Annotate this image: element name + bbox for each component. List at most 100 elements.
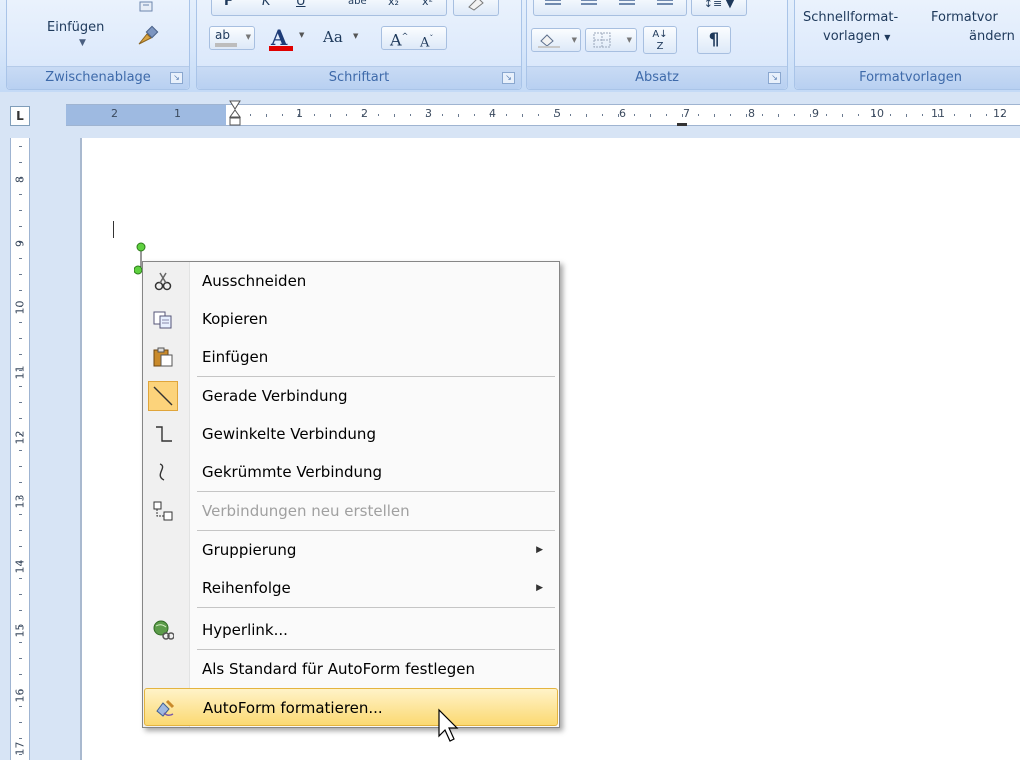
ruler-tick bbox=[506, 114, 507, 116]
straight-connector-icon bbox=[148, 381, 178, 411]
chevron-down-icon[interactable]: ▼ bbox=[572, 30, 577, 50]
grow-font-icon[interactable]: A^ bbox=[390, 27, 408, 50]
ruler-tick bbox=[282, 114, 283, 116]
chevron-down-icon[interactable]: ▼ bbox=[627, 30, 632, 50]
sort-button[interactable]: A↓ Z bbox=[643, 26, 677, 54]
clear-formatting-button[interactable] bbox=[453, 0, 499, 16]
ruler-number: 7 bbox=[683, 107, 690, 120]
font-size-buttons[interactable]: A^ Aˇ bbox=[381, 26, 447, 50]
menu-item-cut[interactable]: Ausschneiden bbox=[143, 262, 559, 300]
menu-item-set-default-autoshape[interactable]: Als Standard für AutoForm festlegen bbox=[143, 650, 559, 688]
subscript-icon[interactable]: x₂ bbox=[388, 0, 399, 12]
clipboard-dialog-launcher[interactable]: ↘ bbox=[170, 72, 183, 84]
ruler-tick bbox=[19, 546, 22, 547]
ruler-number: 16 bbox=[13, 688, 27, 703]
shading-button[interactable]: ▼ bbox=[531, 28, 581, 52]
ruler-tick bbox=[19, 194, 22, 195]
ruler-tick bbox=[19, 338, 22, 339]
chevron-down-icon[interactable]: ▼ bbox=[353, 32, 358, 40]
ruler-tick bbox=[19, 386, 22, 387]
paragraph-dialog-launcher[interactable]: ↘ bbox=[768, 72, 781, 84]
highlight-color-button[interactable]: ab ▼ bbox=[209, 26, 255, 50]
ruler-tick bbox=[19, 258, 22, 259]
ruler-tick bbox=[442, 114, 443, 116]
chevron-down-icon[interactable]: ▼ bbox=[246, 27, 251, 47]
borders-button[interactable]: ▼ bbox=[585, 28, 637, 52]
ruler-tick bbox=[410, 114, 411, 116]
ruler-tick bbox=[538, 114, 539, 116]
superscript-icon[interactable]: x² bbox=[422, 0, 433, 12]
indent-marker[interactable] bbox=[229, 100, 241, 134]
ruler-tick bbox=[858, 114, 859, 116]
menu-item-label: Gruppierung bbox=[202, 541, 297, 559]
ruler-tick bbox=[714, 114, 715, 117]
strikethrough-icon[interactable]: abe bbox=[348, 0, 367, 12]
ruler-number: 8 bbox=[13, 176, 27, 183]
menu-item-label: AutoForm formatieren... bbox=[203, 699, 383, 717]
menu-item-curved-connector[interactable]: Gekrümmte Verbindung bbox=[143, 453, 559, 491]
italic-icon[interactable]: K bbox=[262, 0, 271, 12]
font-style-buttons-row[interactable]: F K U abe x₂ x² bbox=[211, 0, 447, 16]
quick-styles-button[interactable]: Schnellformat- vorlagen ▼ bbox=[795, 10, 925, 60]
shrink-font-icon[interactable]: Aˇ bbox=[420, 29, 433, 53]
ruler-tick bbox=[19, 226, 22, 227]
format-painter-icon[interactable] bbox=[135, 24, 159, 48]
menu-item-label: Gekrümmte Verbindung bbox=[202, 463, 383, 481]
menu-item-label: Gewinkelte Verbindung bbox=[202, 425, 376, 443]
menu-item-paste[interactable]: Einfügen bbox=[143, 338, 559, 376]
ruler-number: 4 bbox=[489, 107, 496, 120]
line-spacing-button[interactable]: ↕≡ ▼ bbox=[691, 0, 747, 16]
ruler-left-margin bbox=[66, 105, 226, 125]
menu-item-label: Kopieren bbox=[202, 310, 268, 328]
menu-item-order[interactable]: Reihenfolge ▶ bbox=[143, 569, 559, 607]
ruler-number: 11 bbox=[931, 107, 945, 120]
tab-selector-button[interactable]: L bbox=[10, 106, 30, 126]
menu-item-hyperlink[interactable]: Hyperlink... bbox=[143, 611, 559, 649]
ruler-tick bbox=[970, 114, 971, 117]
underline-icon[interactable]: U bbox=[296, 0, 306, 12]
ruler-tick bbox=[19, 674, 22, 675]
alignment-buttons[interactable] bbox=[533, 0, 687, 16]
ruler-tick bbox=[826, 114, 827, 116]
ruler-tick bbox=[19, 402, 22, 403]
highlight-icon: ab bbox=[215, 28, 230, 42]
ruler-tick bbox=[19, 578, 22, 579]
ruler-number: 9 bbox=[13, 240, 27, 247]
ruler-tick bbox=[586, 114, 587, 117]
ruler-tick bbox=[250, 114, 251, 116]
menu-separator bbox=[197, 607, 555, 608]
paste-dropdown-icon[interactable]: ▼ bbox=[79, 38, 86, 48]
menu-item-elbow-connector[interactable]: Gewinkelte Verbindung bbox=[143, 415, 559, 453]
cut-icon[interactable] bbox=[137, 0, 155, 16]
right-tab-marker[interactable] bbox=[677, 123, 687, 126]
quick-styles-label-2: vorlagen ▼ bbox=[823, 29, 891, 44]
paragraph-group-title: Absatz bbox=[527, 66, 787, 89]
ruler-tick bbox=[746, 114, 747, 117]
ruler-tick bbox=[778, 114, 779, 117]
styles-group: Schnellformat- vorlagen ▼ Formatvor ände… bbox=[794, 0, 1020, 90]
submenu-arrow-icon: ▶ bbox=[536, 545, 543, 555]
ruler-tick bbox=[458, 114, 459, 117]
ruler-tick bbox=[19, 450, 22, 451]
change-styles-button[interactable]: Formatvor ändern bbox=[931, 10, 1020, 60]
menu-item-straight-connector[interactable]: Gerade Verbindung bbox=[143, 377, 559, 415]
ruler-tick bbox=[394, 114, 395, 117]
menu-item-grouping[interactable]: Gruppierung ▶ bbox=[143, 531, 559, 569]
paste-button-label[interactable]: Einfügen bbox=[47, 20, 104, 35]
ruler-number: 2 bbox=[361, 107, 368, 120]
menu-item-label: Gerade Verbindung bbox=[202, 387, 348, 405]
ruler-number: 17 bbox=[13, 741, 27, 756]
font-color-button[interactable]: A ▼ bbox=[261, 25, 317, 52]
bold-icon[interactable]: F bbox=[224, 0, 233, 12]
menu-item-format-autoshape[interactable]: AutoForm formatieren... bbox=[144, 688, 558, 726]
change-case-button[interactable]: Aa ▼ bbox=[321, 28, 377, 50]
ruler-tick bbox=[378, 114, 379, 116]
show-formatting-button[interactable]: ¶ bbox=[697, 26, 731, 54]
vertical-ruler[interactable] bbox=[10, 138, 30, 760]
menu-item-copy[interactable]: Kopieren bbox=[143, 300, 559, 338]
ruler-tick bbox=[666, 114, 667, 116]
ruler-number: 8 bbox=[748, 107, 755, 120]
ruler-tick bbox=[762, 114, 763, 116]
font-dialog-launcher[interactable]: ↘ bbox=[502, 72, 515, 84]
chevron-down-icon[interactable]: ▼ bbox=[299, 31, 304, 39]
